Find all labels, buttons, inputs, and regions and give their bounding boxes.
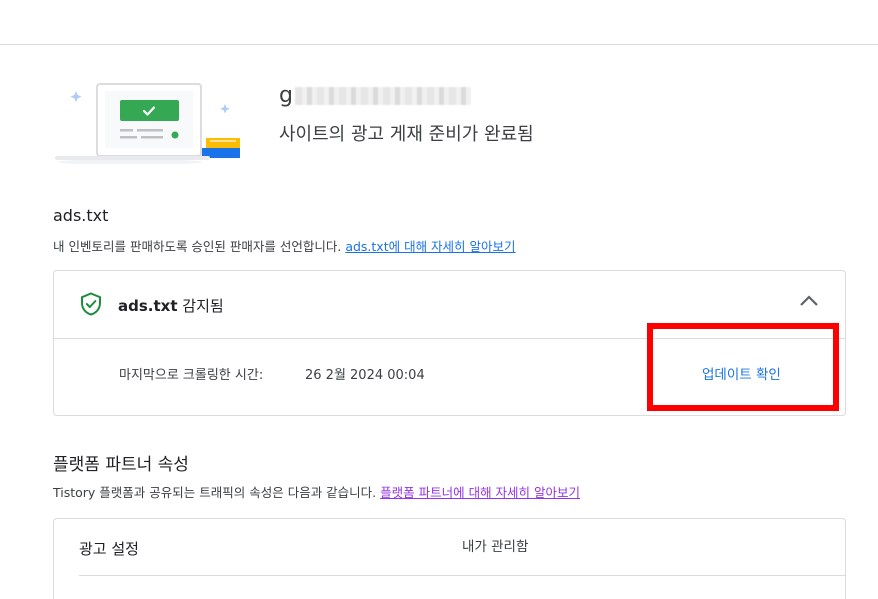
row-divider <box>79 575 845 576</box>
highlight-annotation <box>647 323 839 411</box>
ad-setting-label: 광고 설정 <box>79 540 139 558</box>
platform-learn-more-link[interactable]: 플랫폼 파트너에 대해 자세히 알아보기 <box>380 485 580 500</box>
ad-setting-value: 내가 관리함 <box>462 539 529 555</box>
top-divider <box>0 44 878 45</box>
ads-txt-section-title: ads.txt <box>53 206 109 225</box>
platform-section-title: 플랫폼 파트너 속성 <box>53 455 189 475</box>
shield-check-icon <box>81 292 101 316</box>
platform-description: Tistory 플랫폼과 공유되는 트래픽의 속성은 다음과 같습니다. 플랫폼… <box>53 485 581 500</box>
chevron-up-icon[interactable] <box>799 293 819 307</box>
platform-card: 광고 설정 내가 관리함 <box>53 518 846 599</box>
site-status: 사이트의 광고 게재 준비가 완료됨 <box>279 124 534 145</box>
ads-txt-status: ads.txt 감지됨 <box>118 297 224 315</box>
last-crawl-label: 마지막으로 크롤링한 시간: <box>119 368 264 383</box>
redacted-site-url <box>294 87 471 105</box>
ads-txt-description: 내 인벤토리를 판매하도록 승인된 판매자를 선언합니다. ads.txt에 대… <box>53 239 516 254</box>
site-name: g <box>279 85 471 107</box>
ads-txt-learn-more-link[interactable]: ads.txt에 대해 자세히 알아보기 <box>345 239 515 254</box>
site-ready-illustration <box>55 83 240 164</box>
last-crawl-value: 26 2월 2024 00:04 <box>305 368 425 383</box>
